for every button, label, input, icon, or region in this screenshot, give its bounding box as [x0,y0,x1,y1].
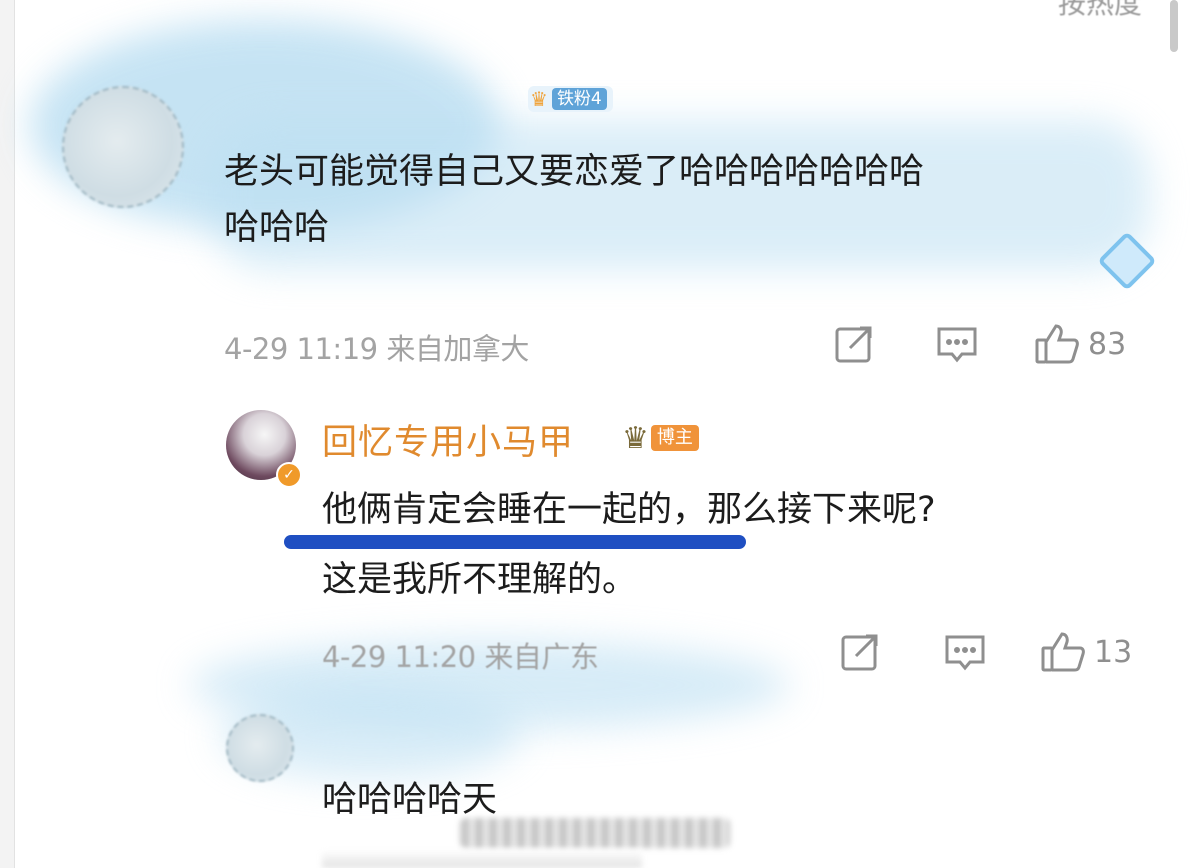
fan-badge-label: 铁粉4 [551,88,607,110]
like-count: 83 [1088,326,1127,362]
reply-text-line: 他俩肯定会睡在一起的，那么接下来呢? [322,490,936,530]
comment-button[interactable] [936,324,978,364]
avatar[interactable] [226,714,294,782]
like-count: 13 [1094,634,1133,670]
like-button[interactable]: 13 [1040,630,1132,674]
watermark [460,818,730,848]
thumbs-up-icon [1041,632,1085,672]
sort-label[interactable]: 按热度 [1058,0,1142,22]
share-button[interactable] [840,632,882,672]
like-button[interactable]: 83 [1034,322,1126,366]
blogger-badge: ♛ 博主 [622,420,699,456]
comment-icon [945,635,985,671]
fan-badge: ♛ 铁粉4 [528,86,613,112]
blogger-badge-label: 博主 [650,425,699,451]
highlight-underline [284,535,746,549]
crown-icon: ♛ [530,87,548,111]
comment-button[interactable] [944,632,986,672]
comment-meta: 4-29 11:19 来自加拿大 [224,332,529,366]
share-icon [835,326,872,363]
scrollbar[interactable] [1170,0,1178,52]
share-button[interactable] [834,324,876,364]
comment-icon [937,327,977,363]
reply-username[interactable]: 回忆专用小马甲 [322,414,574,465]
comment-text-line: 老头可能觉得自己又要恋爱了哈哈哈哈哈哈哈 [224,152,925,192]
comment-text: 老头可能觉得自己又要恋爱了哈哈哈哈哈哈哈 哈哈哈 [224,144,1144,256]
avatar[interactable] [62,86,184,208]
share-icon [841,634,878,671]
cut-off-meta [322,850,642,868]
window-edge [0,0,15,868]
reply-text-line: 这是我所不理解的。 [322,560,638,600]
reply-meta: 4-29 11:20 来自广东 [322,640,599,674]
comment-text-line: 哈哈哈 [224,208,330,248]
verified-icon: ✓ [276,462,302,488]
crown-icon: ♛ [622,420,649,456]
thumbs-up-icon [1035,324,1079,364]
